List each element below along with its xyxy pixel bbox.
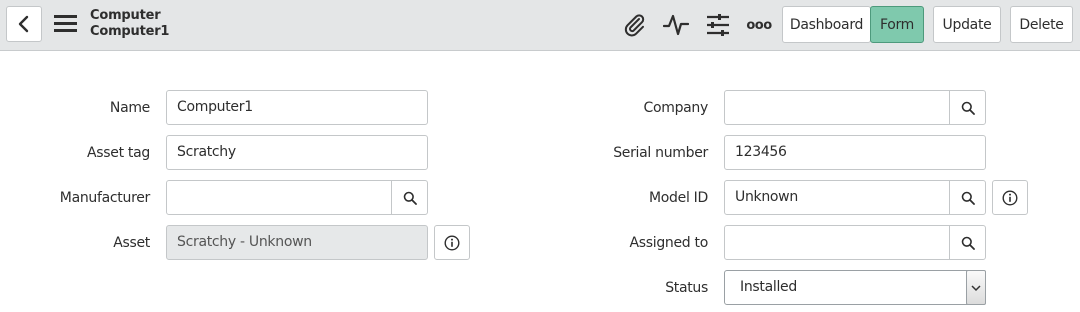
assigned-to-lookup-button[interactable] xyxy=(949,225,986,260)
update-button[interactable]: Update xyxy=(933,6,1001,43)
info-icon xyxy=(1002,189,1018,206)
dashboard-view-button[interactable]: Dashboard xyxy=(782,6,871,43)
asset-label: Asset xyxy=(113,235,150,251)
search-icon xyxy=(961,191,975,205)
manufacturer-label: Manufacturer xyxy=(59,190,151,206)
search-icon xyxy=(961,101,975,115)
sliders-icon[interactable] xyxy=(704,12,732,38)
paperclip-icon[interactable] xyxy=(620,12,648,38)
model-id-lookup-button[interactable] xyxy=(949,180,986,215)
model-id-info-button[interactable] xyxy=(992,180,1028,215)
asset-tag-field[interactable]: Scratchy xyxy=(166,135,428,170)
status-label: Status xyxy=(665,280,708,296)
info-icon xyxy=(444,234,460,251)
asset-field: Scratchy - Unknown xyxy=(166,225,428,260)
hamburger-menu-icon[interactable] xyxy=(53,13,79,35)
chevron-left-icon xyxy=(18,15,29,33)
chevron-down-icon xyxy=(971,284,981,291)
company-lookup-button[interactable] xyxy=(949,90,986,125)
assigned-to-label: Assigned to xyxy=(629,235,708,251)
search-icon xyxy=(403,191,417,205)
model-id-label: Model ID xyxy=(649,190,708,206)
search-icon xyxy=(961,236,975,250)
assigned-to-field[interactable] xyxy=(724,225,950,260)
asset-info-button[interactable] xyxy=(434,225,470,260)
record-title: Computer Computer1 xyxy=(90,8,169,40)
record-name: Computer1 xyxy=(90,24,170,39)
form-view-button[interactable]: Form xyxy=(870,6,924,43)
serial-number-field[interactable]: 123456 xyxy=(724,135,986,170)
back-button[interactable] xyxy=(6,6,42,42)
manufacturer-lookup-button[interactable] xyxy=(391,180,428,215)
name-field[interactable]: Computer1 xyxy=(166,90,428,125)
name-label: Name xyxy=(109,100,150,116)
activity-icon[interactable] xyxy=(662,12,690,38)
status-select[interactable]: Installed xyxy=(724,270,986,305)
asset-tag-label: Asset tag xyxy=(87,145,150,161)
table-name: Computer xyxy=(90,8,161,23)
manufacturer-field[interactable] xyxy=(166,180,392,215)
company-label: Company xyxy=(643,100,708,116)
delete-button[interactable]: Delete xyxy=(1010,6,1073,43)
status-dropdown-arrow[interactable] xyxy=(966,270,986,305)
model-id-field[interactable]: Unknown xyxy=(724,180,950,215)
company-field[interactable] xyxy=(724,90,950,125)
serial-number-label: Serial number xyxy=(613,145,708,161)
more-icon[interactable]: ooo xyxy=(745,12,773,38)
form-header: Computer Computer1 ooo Dashboard Form Up… xyxy=(0,0,1080,51)
